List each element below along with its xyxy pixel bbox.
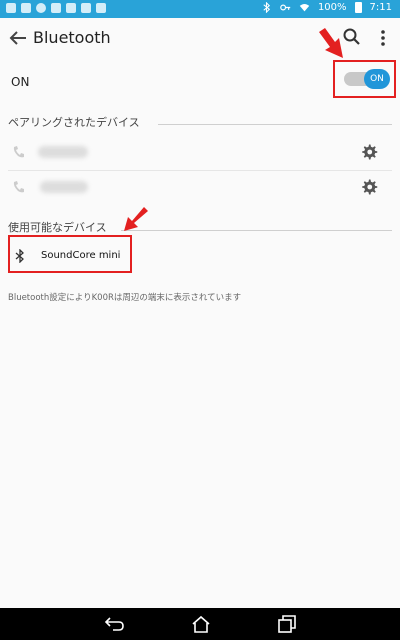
page-title: Bluetooth	[33, 28, 111, 47]
key-icon	[280, 4, 291, 11]
visibility-note: Bluetooth設定によりK00Rは周辺の端末に表示されています	[8, 293, 242, 303]
status-bar: 100% 7:11	[0, 0, 400, 18]
paired-devices-title: ペアリングされたデバイス	[8, 116, 140, 129]
screenshot-icon	[81, 3, 91, 13]
clock: 7:11	[369, 2, 392, 13]
section-divider	[121, 230, 392, 231]
paired-device-name-blurred	[40, 181, 88, 193]
system-icons: 100% 7:11	[261, 2, 392, 13]
home-nav-icon[interactable]	[190, 614, 212, 634]
available-devices-title: 使用可能なデバイス	[8, 221, 107, 234]
image-icon	[51, 3, 61, 13]
overflow-menu-icon[interactable]	[378, 28, 388, 48]
wifi-icon	[299, 3, 310, 12]
annotation-arrow-icon	[319, 28, 343, 58]
shield-icon	[6, 3, 16, 13]
row-divider	[8, 170, 392, 171]
bluetooth-icon	[15, 249, 24, 263]
recents-nav-icon[interactable]	[276, 614, 298, 634]
record-icon	[36, 3, 46, 13]
back-nav-icon[interactable]	[104, 614, 126, 634]
navigation-bar	[0, 608, 400, 640]
notification-icon	[66, 3, 76, 13]
gear-icon[interactable]	[360, 143, 378, 161]
bluetooth-switch[interactable]: ON	[364, 69, 390, 89]
battery-percent: 100%	[317, 2, 347, 13]
gear-icon[interactable]	[360, 178, 378, 196]
back-icon[interactable]	[6, 26, 30, 50]
device-name: SoundCore mini	[41, 250, 121, 261]
bluetooth-icon	[263, 2, 271, 13]
phone-icon	[13, 146, 24, 158]
battery-icon	[354, 2, 362, 13]
annotation-arrow-icon	[124, 207, 148, 231]
mail-icon	[21, 3, 31, 13]
phone-icon	[13, 181, 24, 193]
paired-device-name-blurred	[38, 146, 88, 158]
notification-icons	[6, 3, 106, 13]
bluetooth-state-label: ON	[11, 75, 30, 89]
search-icon[interactable]	[342, 27, 362, 47]
bag-icon	[96, 3, 106, 13]
section-divider	[158, 124, 392, 125]
